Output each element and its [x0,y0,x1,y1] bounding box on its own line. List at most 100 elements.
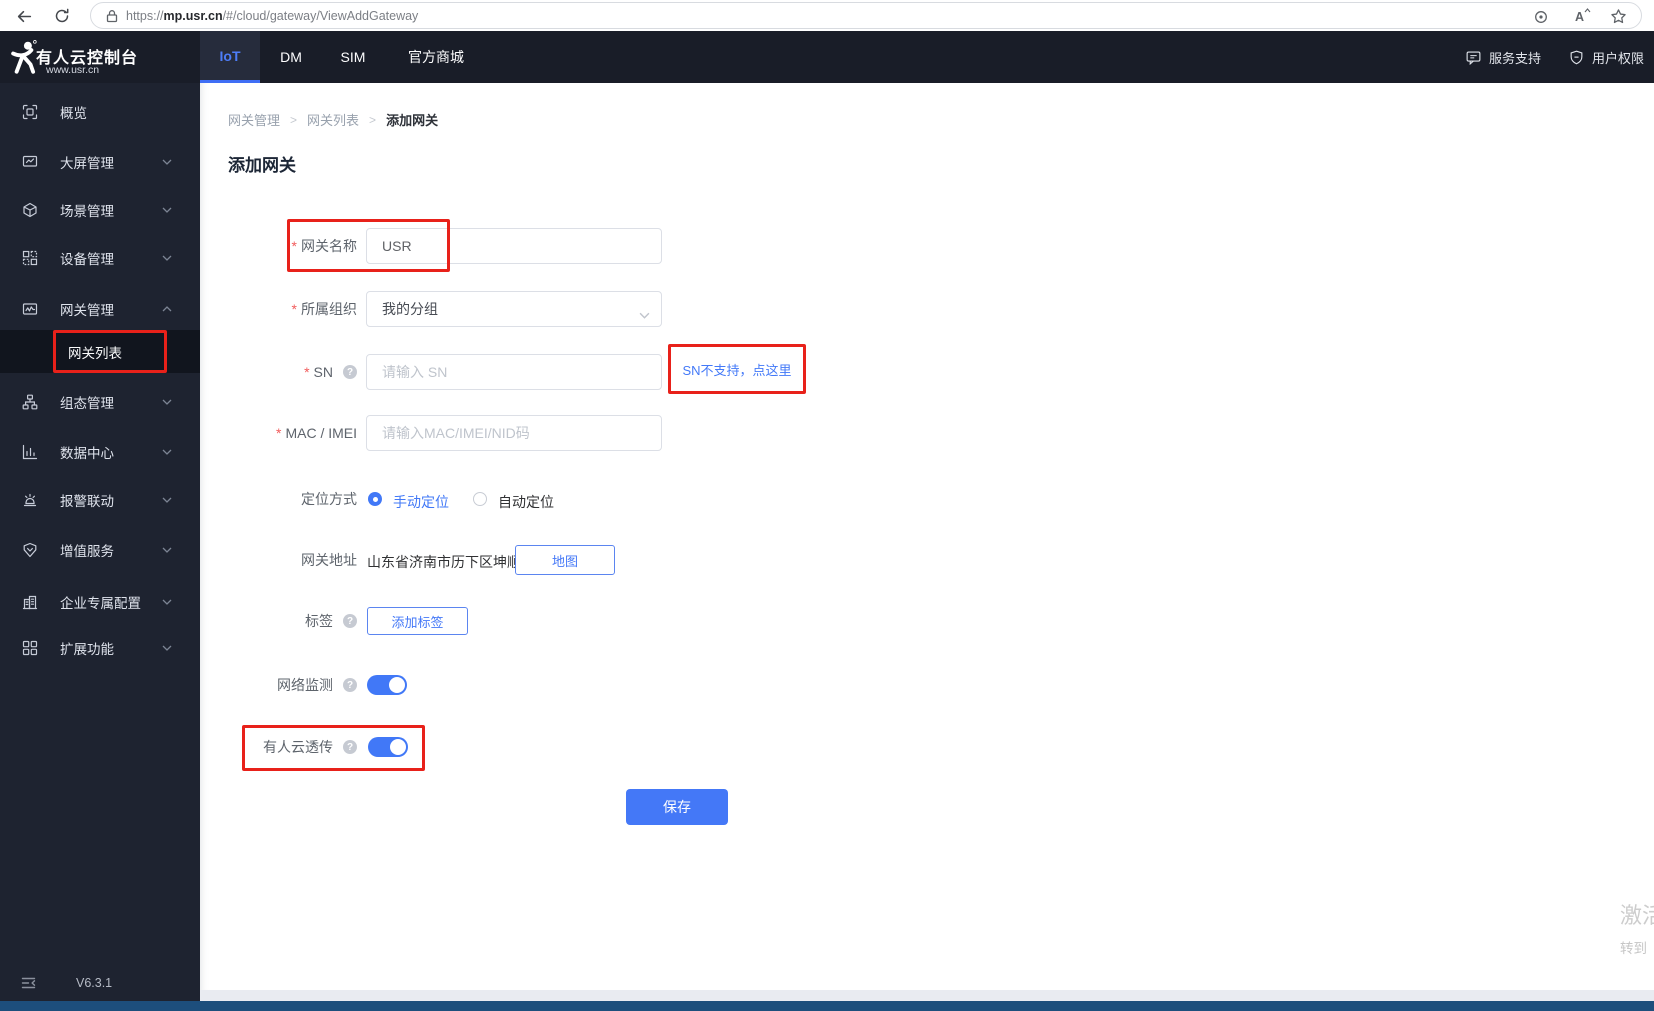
sidebar-item-scene-mgmt[interactable]: 场景管理 [0,190,200,230]
sidebar-item-gateway-list[interactable]: 网关列表 [0,330,200,373]
location-icon[interactable] [1533,9,1549,25]
alarm-icon [22,492,38,508]
shield-icon [1569,50,1584,65]
tags-label: 标签 ? [200,607,357,635]
usr-person-logo-icon [11,39,37,80]
sidebar-item-topology-mgmt[interactable]: 组态管理 [0,382,200,422]
scene-icon [22,202,38,218]
chevron-down-icon [162,159,172,165]
chevron-down-icon [162,207,172,213]
network-monitor-toggle[interactable] [367,675,407,695]
map-button[interactable]: 地图 [515,545,615,575]
mac-imei-input[interactable] [366,415,662,451]
collapse-sidebar-icon[interactable] [20,975,37,991]
bottom-taskbar-edge [0,1001,1654,1011]
save-button[interactable]: 保存 [626,789,728,825]
sidebar: 概览 大屏管理 场景管理 设备管理 网关管理 网关列表 组态管理 数据中心 报警… [0,83,200,1001]
browser-address-bar[interactable]: https://mp.usr.cn/#/cloud/gateway/ViewAd… [90,2,1642,29]
screen-icon [22,154,38,170]
main-content: 网关管理 > 网关列表 > 添加网关 添加网关 *网关名称 *所属组织 我的分组… [200,83,1654,990]
sidebar-item-overview[interactable]: 概览 [0,92,200,132]
cloud-passthrough-toggle[interactable] [368,737,408,757]
chevron-down-icon [162,497,172,503]
sidebar-item-enterprise-config[interactable]: 企业专属配置 [0,582,200,622]
app-subtitle: www.usr.cn [46,64,100,76]
tab-iot[interactable]: IoT [200,31,260,83]
chevron-down-icon [162,255,172,261]
browser-toolbar: https://mp.usr.cn/#/cloud/gateway/ViewAd… [0,0,1654,31]
cloud-passthrough-help-icon[interactable]: ? [343,740,357,754]
tab-official-store[interactable]: 官方商城 [384,31,488,83]
overview-icon [22,104,38,120]
top-nav: IoT DM SIM 官方商城 [200,31,488,83]
breadcrumb-separator: > [369,112,377,127]
location-mode-label: 定位方式 [301,491,357,507]
chevron-down-icon [639,306,650,322]
page-title: 添加网关 [228,156,296,175]
breadcrumb-separator: > [290,112,298,127]
tags-help-icon[interactable]: ? [343,614,357,628]
sidebar-footer: V6.3.1 [0,968,200,998]
device-icon [22,250,38,266]
chevron-up-icon [162,306,172,312]
browser-back-icon[interactable] [14,6,34,26]
sn-label: * SN ? [200,354,357,390]
activation-watermark: 激活 转到 [1620,903,1654,956]
sidebar-item-alarm-linkage[interactable]: 报警联动 [0,480,200,520]
chat-bubble-icon [1466,50,1481,65]
version-label: V6.3.1 [76,976,113,990]
radio-manual-location[interactable] [368,492,382,506]
radio-auto-location[interactable] [473,492,487,506]
network-monitor-label: 网络监测 ? [200,675,357,695]
data-chart-icon [22,444,38,460]
gateway-name-label: * 网关名称 [291,238,357,254]
sidebar-item-extensions[interactable]: 扩展功能 [0,628,200,668]
lock-icon[interactable] [106,9,118,23]
chevron-down-icon [162,449,172,455]
user-permissions[interactable]: 用户权限 [1569,48,1644,67]
sn-input[interactable] [366,354,662,390]
gateway-address-label: 网关地址 [301,552,357,568]
sidebar-item-gateway-mgmt[interactable]: 网关管理 [0,289,200,329]
cloud-passthrough-label: 有人云透传 ? [200,737,357,757]
url-text[interactable]: https://mp.usr.cn/#/cloud/gateway/ViewAd… [126,9,418,23]
sidebar-item-screen-mgmt[interactable]: 大屏管理 [0,142,200,182]
network-monitor-help-icon[interactable]: ? [343,678,357,692]
add-tag-button[interactable]: 添加标签 [367,607,468,635]
gateway-icon [22,301,38,317]
service-support[interactable]: 服务支持 [1466,48,1541,67]
breadcrumb-current: 添加网关 [386,113,439,128]
breadcrumb: 网关管理 > 网关列表 > 添加网关 [228,110,438,129]
sidebar-item-value-added[interactable]: 增值服务 [0,530,200,570]
sidebar-item-data-center[interactable]: 数据中心 [0,432,200,472]
grid-icon [22,640,38,656]
gateway-address-value: 山东省济南市历下区坤顺路 [367,554,535,570]
organization-select[interactable]: 我的分组 [366,291,662,327]
favorite-star-icon[interactable] [1610,8,1627,25]
organization-label: * 所属组织 [291,301,357,317]
gateway-name-input[interactable] [366,228,662,264]
chevron-down-icon [162,599,172,605]
shield-diamond-icon [22,542,38,558]
sn-not-supported-link[interactable]: SN不支持，点这里 [682,360,791,379]
browser-refresh-icon[interactable] [52,6,72,26]
sidebar-item-device-mgmt[interactable]: 设备管理 [0,238,200,278]
screen: https://mp.usr.cn/#/cloud/gateway/ViewAd… [0,0,1654,1011]
mac-imei-label: * MAC / IMEI [275,425,357,441]
chevron-down-icon [162,547,172,553]
tab-sim[interactable]: SIM [322,31,384,83]
breadcrumb-gateway-list[interactable]: 网关列表 [307,110,359,129]
tab-dm[interactable]: DM [260,31,322,83]
sn-help-icon[interactable]: ? [343,365,357,379]
topology-icon [22,394,38,410]
bottom-scroll-strip [200,990,1654,1001]
app-header: 有人云控制台 www.usr.cn IoT DM SIM 官方商城 服务支持 用… [0,31,1654,83]
logo[interactable]: 有人云控制台 www.usr.cn [0,31,200,83]
breadcrumb-gateway-mgmt[interactable]: 网关管理 [228,110,280,129]
read-aloud-icon[interactable]: A [1575,7,1591,24]
chevron-down-icon [162,399,172,405]
radio-auto-location-label[interactable]: 自动定位 [498,492,554,512]
radio-manual-location-label[interactable]: 手动定位 [393,492,449,512]
sn-not-supported-link-wrap: SN不支持，点这里 [668,344,806,394]
chevron-down-icon [162,645,172,651]
